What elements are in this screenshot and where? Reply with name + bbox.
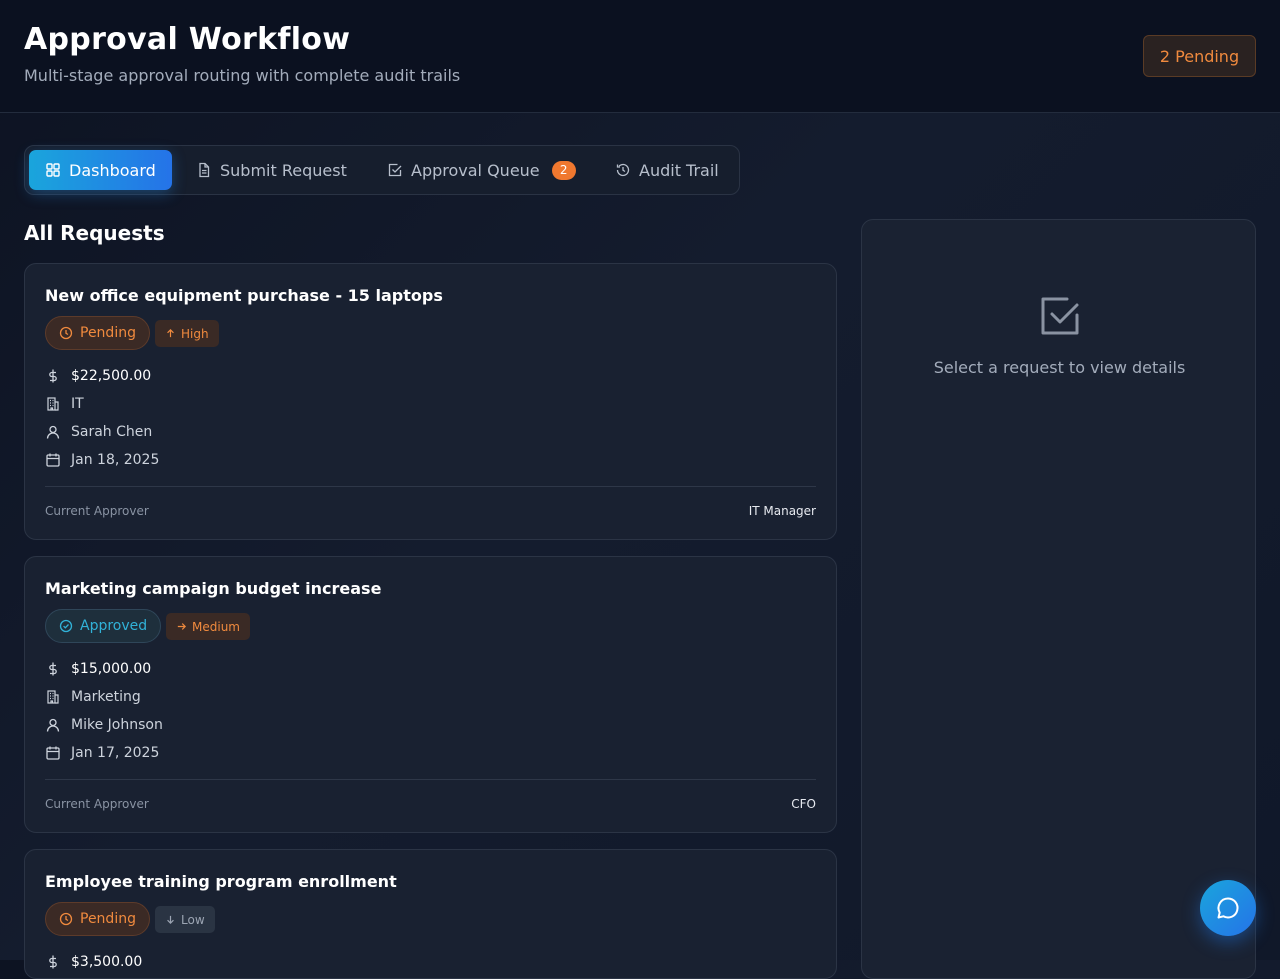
chat-button[interactable] (1200, 880, 1256, 936)
dollar-icon (49, 955, 57, 969)
amount-value: $22,500.00 (71, 368, 152, 384)
dollar-icon (49, 662, 57, 676)
date-value: Jan 18, 2025 (71, 452, 160, 468)
priority-label: Medium (192, 619, 240, 634)
priority-badge: Low (155, 906, 215, 933)
card-divider (45, 486, 816, 487)
section-title: All Requests (24, 221, 165, 245)
request-title: New office equipment purchase - 15 lapto… (45, 286, 443, 305)
clock-icon (59, 912, 73, 926)
card-divider (45, 779, 816, 780)
department-value: Marketing (71, 689, 141, 705)
request-card[interactable]: New office equipment purchase - 15 lapto… (24, 263, 837, 540)
dashboard-grid-icon (46, 163, 60, 177)
tab-bar: Dashboard Submit Request Approval Queue … (24, 145, 740, 195)
approver-label: Current Approver (45, 797, 149, 811)
arrow-up-icon (167, 328, 174, 338)
arrow-down-icon (167, 915, 174, 925)
tab-approval-queue[interactable]: Approval Queue 2 (371, 150, 592, 190)
user-icon (46, 718, 60, 732)
approver-value: CFO (791, 797, 816, 811)
queue-count-badge: 2 (551, 160, 576, 180)
request-detail-panel: Select a request to view details (861, 219, 1256, 979)
priority-label: High (181, 326, 209, 341)
status-label: Pending (80, 325, 136, 341)
page-subtitle: Multi-stage approval routing with comple… (24, 66, 461, 85)
app-header: Approval Workflow Multi-stage approval r… (0, 0, 1280, 113)
check-square-icon (1041, 297, 1079, 335)
department-row: IT (45, 396, 84, 412)
dollar-icon (49, 369, 57, 383)
tab-label: Dashboard (69, 160, 156, 180)
date-row: Jan 17, 2025 (45, 745, 159, 761)
user-icon (46, 425, 60, 439)
requester-value: Mike Johnson (71, 717, 163, 733)
status-badge: Approved (45, 609, 162, 643)
tab-label: Submit Request (220, 160, 347, 180)
amount-value: $3,500.00 (71, 954, 143, 970)
priority-badge: High (155, 320, 219, 347)
history-icon (616, 163, 630, 177)
amount-value: $15,000.00 (71, 661, 152, 677)
page-title: Approval Workflow (24, 22, 351, 57)
tab-dashboard[interactable]: Dashboard (29, 150, 172, 190)
calendar-icon (46, 746, 60, 760)
tab-submit-request[interactable]: Submit Request (180, 150, 363, 190)
requester-row: Sarah Chen (45, 424, 152, 440)
requester-row: Mike Johnson (45, 717, 163, 733)
building-icon (47, 397, 59, 411)
check-square-icon (388, 163, 402, 177)
priority-badge: Medium (166, 613, 250, 640)
department-row: Marketing (45, 689, 141, 705)
document-icon (199, 162, 210, 178)
tab-label: Audit Trail (639, 160, 719, 180)
request-card[interactable]: Marketing campaign budget increase Appro… (24, 556, 837, 833)
approver-label: Current Approver (45, 504, 149, 518)
arrow-right-icon (177, 623, 187, 630)
clock-icon (59, 326, 73, 340)
department-value: IT (71, 396, 84, 412)
status-label: Pending (80, 911, 136, 927)
request-title: Employee training program enrollment (45, 872, 397, 891)
status-label: Approved (80, 618, 148, 634)
building-icon (47, 690, 59, 704)
amount-row: $22,500.00 (45, 368, 151, 384)
calendar-icon (46, 453, 60, 467)
priority-label: Low (181, 912, 205, 927)
date-row: Jan 18, 2025 (45, 452, 159, 468)
tab-audit-trail[interactable]: Audit Trail (599, 150, 735, 190)
chat-bubble-icon (1217, 897, 1239, 919)
tab-label: Approval Queue (411, 160, 540, 180)
requester-value: Sarah Chen (71, 424, 153, 440)
amount-row: $3,500.00 (45, 954, 142, 970)
request-title: Marketing campaign budget increase (45, 579, 382, 598)
check-circle-icon (59, 619, 73, 633)
approver-value: IT Manager (748, 504, 816, 518)
date-value: Jan 17, 2025 (71, 745, 160, 761)
status-badge: Pending (45, 316, 150, 350)
empty-state-text: Select a request to view details (933, 358, 1186, 377)
status-badge: Pending (45, 902, 150, 936)
pending-count-badge: 2 Pending (1143, 35, 1256, 77)
amount-row: $15,000.00 (45, 661, 151, 677)
